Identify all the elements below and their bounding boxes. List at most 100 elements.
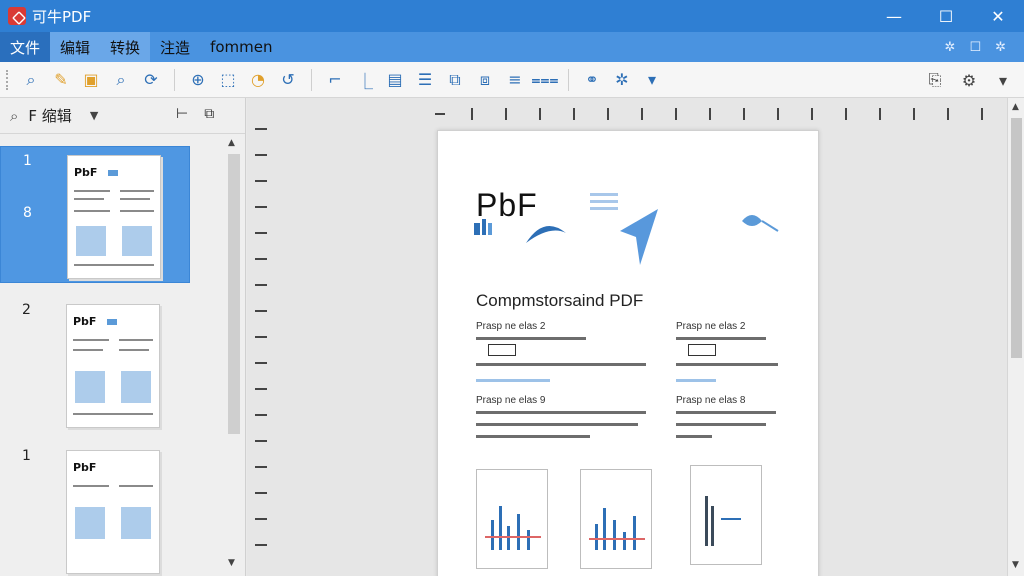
toolbar-separator [311,68,312,91]
page-heading: Compmstorsaind PDF [476,291,644,310]
thumbnail-title: PbF [73,461,97,474]
thumbnail-number: 1 [22,448,31,464]
sidebar-tools: ⊢ ⧉ [176,106,214,122]
text-line [476,363,646,366]
snowflake-icon[interactable]: ✲ [995,40,1006,55]
toolbar-separator [568,68,569,91]
scroll-down-icon[interactable]: ▼ [228,558,235,568]
align-icon[interactable]: ≡ [500,65,530,95]
menu-convert[interactable]: 转换 [100,32,151,62]
figure-thumbnail [476,469,548,569]
thumbnail-figure [122,226,152,256]
window-controls: — ☐ ✕ [868,0,1024,32]
toolbar-grip[interactable] [6,69,10,90]
text-line [476,423,638,426]
sparkle-icon[interactable]: ✲ [607,65,637,95]
thumbnail-item[interactable]: 1 PbF [0,442,190,576]
thumbnail-page: PbF [66,304,160,428]
thumbnail-line [74,210,110,212]
search-icon[interactable]: ⌕ [10,107,18,125]
thumbnail-decor [107,319,117,325]
top-ruler [435,108,995,122]
sidebar-scrollbar[interactable]: ▲ ▼ [224,134,242,576]
thumbnail-figure [75,371,105,403]
pdf-page[interactable]: PbF Compmstorsaind PDF Prasp ne elas 2 P… [437,130,819,576]
merge-icon[interactable]: ⧈ [470,65,500,95]
highlighter-icon[interactable]: ✎ [46,65,76,95]
menu-edit[interactable]: 编辑 [50,32,101,62]
thumbnail-title: PbF [74,166,98,179]
bird-icon [526,225,566,243]
thumbnail-line [120,210,154,212]
menu-annotate[interactable]: 注造 [150,32,200,62]
maximize-button[interactable]: ☐ [920,0,972,32]
figure-thumbnail [690,465,762,565]
scroll-thumb[interactable] [228,154,240,434]
grid-icon [590,193,618,210]
thumbnail-item[interactable]: 1 8 PbF [0,146,190,283]
line-icon[interactable]: ⎿ [350,65,380,95]
table-icon [488,344,516,356]
export-icon[interactable]: ⎘ [920,65,950,95]
refresh-icon[interactable]: ⟳ [136,65,166,95]
gear-icon[interactable]: ⚙ [954,65,984,95]
section-label: Prasp ne elas 9 [476,395,546,406]
logo-mark-icon [474,219,492,235]
crop-icon[interactable]: ⌐ [320,65,350,95]
text-line [676,337,766,340]
thumbnail-line [74,264,154,266]
chevron-down-icon[interactable]: ▾ [988,65,1018,95]
document-scrollbar[interactable]: ▲ ▼ [1007,98,1024,576]
chevron-down-icon[interactable]: ▼ [90,109,98,122]
scroll-up-icon[interactable]: ▲ [228,138,235,148]
file-lock-icon[interactable]: ▣ [76,65,106,95]
find-page-icon[interactable]: ⌕ [106,65,136,95]
thumbnail-page: PbF [66,450,160,574]
collapse-icon[interactable]: ⊢ [176,106,188,122]
zoom-icon[interactable]: ⊕ [183,65,213,95]
sidebar-title[interactable]: F 缩辑 [28,105,71,126]
thumbnail-page: PbF [67,155,161,279]
rotate-icon[interactable]: ↺ [273,65,303,95]
app-title: 可牛PDF [32,7,92,26]
thumbnail-list: 1 8 PbF 2 PbF 1 PbF [0,146,222,576]
title-bar: 可牛PDF — ☐ ✕ [0,0,1024,32]
select-icon[interactable]: ⬚ [213,65,243,95]
toolbar: ⌕ ✎ ▣ ⌕ ⟳ ⊕ ⬚ ◔ ↺ ⌐ ⎿ ▤ ☰ ⧉ ⧈ ≡ ⩶ ⚭ ✲ ▾ … [0,62,1024,98]
pages-icon[interactable]: ⧉ [204,106,214,122]
link-icon[interactable]: ⚭ [577,65,607,95]
text-line [676,411,776,414]
text-line [676,423,766,426]
search-icon[interactable]: ⌕ [16,65,46,95]
thumbnail-figure [75,507,105,539]
scroll-down-icon[interactable]: ▼ [1012,560,1019,570]
scroll-up-icon[interactable]: ▲ [1012,102,1019,112]
snowflake-icon[interactable]: ✲ [945,40,956,55]
fish-icon [742,215,779,232]
list-icon[interactable]: ☰ [410,65,440,95]
menu-right-icons: ✲ ☐ ✲ [945,32,1006,62]
columns-icon[interactable]: ⩶ [530,65,560,95]
page-icon[interactable]: ▤ [380,65,410,95]
thumbnail-item[interactable]: 2 PbF [0,296,190,433]
sidebar: ⌕ F 缩辑 ▼ ⊢ ⧉ 1 8 PbF 2 PbF 1 PbF ▲ ▼ [0,98,246,576]
figure-thumbnail [580,469,652,569]
section-label: Prasp ne elas 2 [476,321,546,332]
minimize-button[interactable]: — [868,0,920,32]
menu-comment[interactable]: fommen [200,32,282,62]
shapes-icon[interactable]: ◔ [243,65,273,95]
split-icon[interactable]: ⧉ [440,65,470,95]
text-line [476,411,646,414]
menu-file[interactable]: 文件 [0,32,51,62]
chevron-down-icon[interactable]: ▾ [637,65,667,95]
thumbnail-line [73,339,109,341]
left-ruler [255,118,269,576]
thumbnail-figure [121,371,151,403]
close-button[interactable]: ✕ [972,0,1024,32]
scroll-thumb[interactable] [1011,118,1022,358]
thumbnail-figure [76,226,106,256]
sidebar-header: ⌕ F 缩辑 ▼ ⊢ ⧉ [0,98,245,134]
thumbnail-number: 1 [23,153,32,169]
table-icon [688,344,716,356]
window-icon[interactable]: ☐ [969,40,981,55]
